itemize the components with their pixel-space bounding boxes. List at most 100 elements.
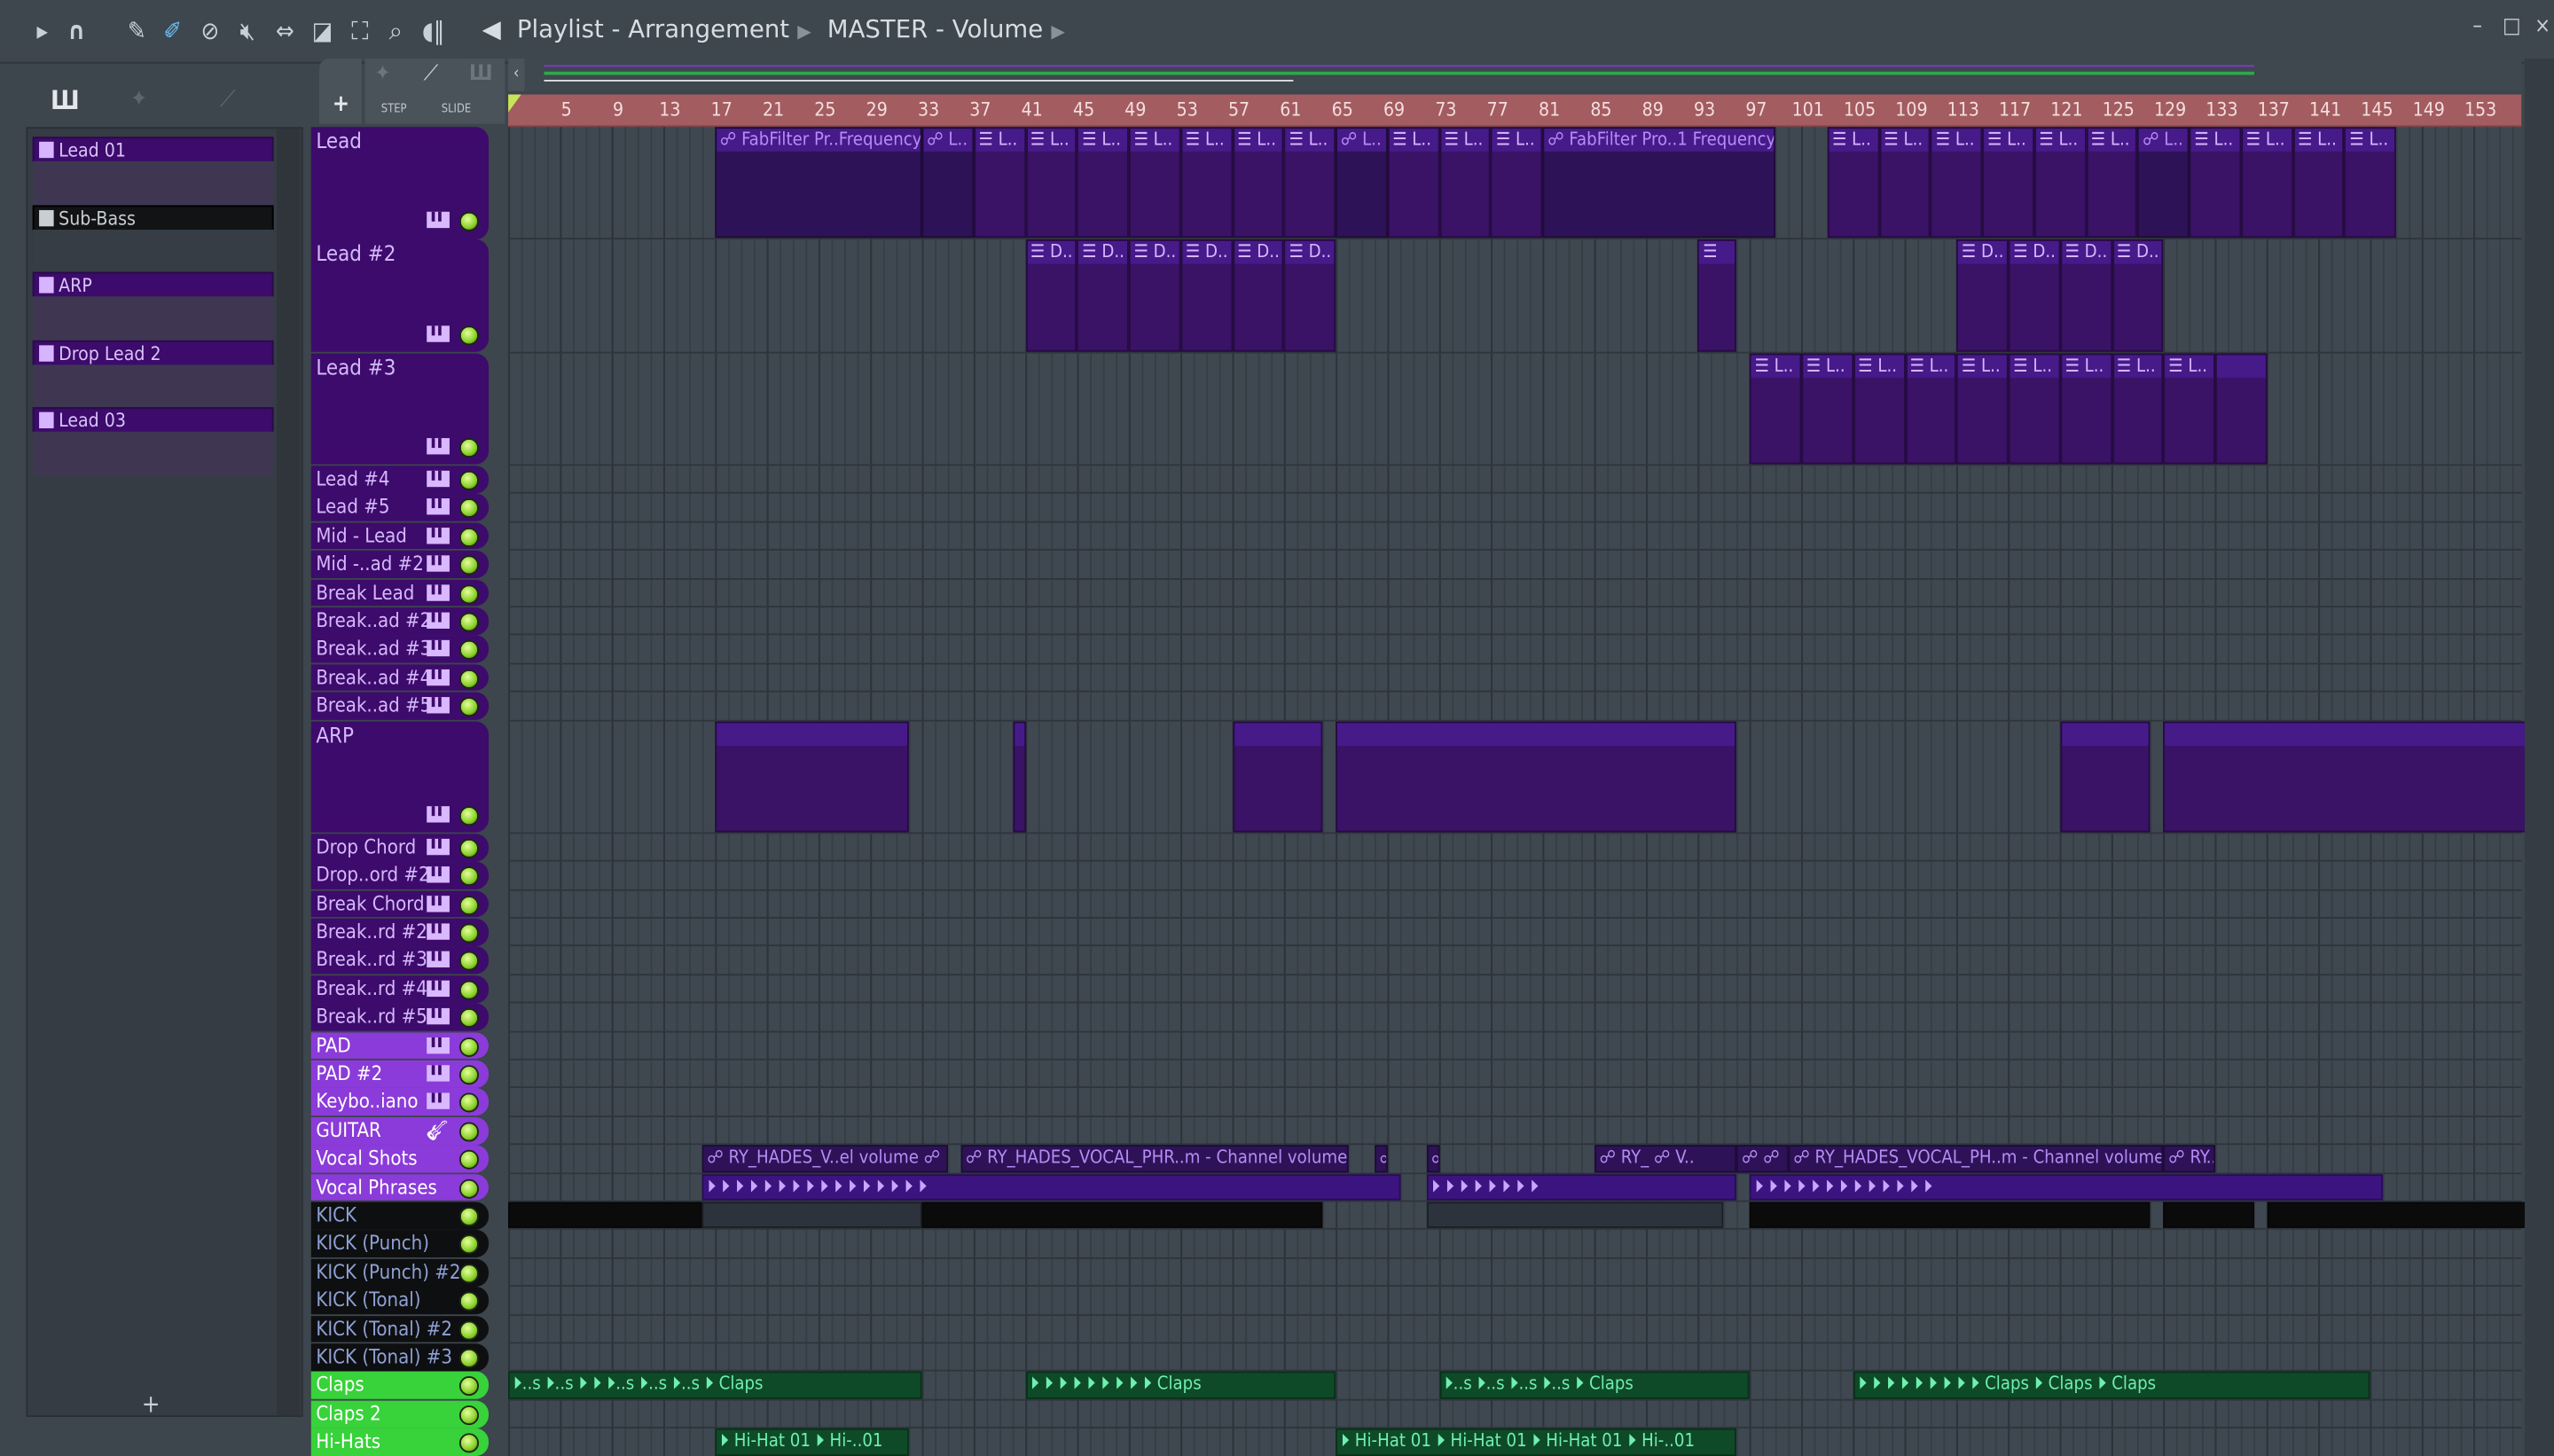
clip[interactable]: ☰ L.. <box>1853 352 1906 465</box>
track-header[interactable]: Lead #3 <box>310 352 490 465</box>
clip[interactable] <box>2267 1202 2527 1229</box>
clip[interactable]: ☰ D.. <box>2060 239 2112 351</box>
clip[interactable]: ☰ L.. <box>1878 127 1931 239</box>
track-header[interactable]: PAD #2 <box>310 1060 490 1088</box>
audio-icon[interactable]: ✦ <box>374 62 390 87</box>
piano-roll-icon[interactable] <box>427 866 450 883</box>
clip[interactable]: ☰ L.. <box>2292 127 2345 239</box>
breadcrumb-playlist[interactable]: Playlist - Arrangement <box>517 15 789 44</box>
clip[interactable] <box>1750 1202 2151 1229</box>
track-enable-led[interactable] <box>458 697 479 717</box>
playhead-marker[interactable] <box>508 94 521 113</box>
clip[interactable] <box>921 1202 1323 1229</box>
track-header[interactable]: Break..rd #3 <box>310 946 490 975</box>
track-enable-led[interactable] <box>458 1234 479 1255</box>
clip[interactable]: ☰ D.. <box>1956 239 2009 351</box>
track-header[interactable]: Break Lead <box>310 578 490 607</box>
track-header[interactable]: KICK <box>310 1202 490 1230</box>
track-header[interactable]: Hi-Hats <box>310 1429 490 1456</box>
clip[interactable]: ☍ FabFilter Pro..1 Frequency <box>1542 127 1776 239</box>
clip[interactable] <box>2215 352 2268 465</box>
clip[interactable]: ☰ L.. <box>2189 127 2242 239</box>
track-enable-led[interactable] <box>458 1093 479 1114</box>
clip[interactable]: ☰ L.. <box>1284 127 1336 239</box>
clip[interactable]: ☍ <box>1426 1145 1440 1172</box>
clip[interactable]: ☰ L.. <box>1750 352 1802 465</box>
clip[interactable]: ☰ L.. <box>2086 127 2138 239</box>
clip[interactable] <box>715 720 910 833</box>
audio-filter-icon[interactable]: ✦ <box>130 86 147 112</box>
piano-roll-icon[interactable] <box>427 980 450 997</box>
mute-icon[interactable]: 🔇︎ <box>233 15 262 48</box>
close-button[interactable]: × <box>2528 13 2554 43</box>
picker-item[interactable]: Lead 03 <box>32 407 274 434</box>
piano-roll-icon[interactable] <box>427 527 450 544</box>
piano-roll-filter-icon[interactable]: Ш <box>51 85 80 116</box>
track-enable-led[interactable] <box>458 866 479 887</box>
clip[interactable]: ☰ L.. <box>1439 127 1492 239</box>
track-enable-led[interactable] <box>458 1122 479 1142</box>
track-enable-led[interactable] <box>458 1178 479 1199</box>
clip[interactable]: ☍ <box>1375 1145 1388 1172</box>
piano-roll-icon[interactable] <box>427 470 450 487</box>
piano-roll-icon[interactable] <box>427 1065 450 1082</box>
track-header[interactable]: Break..ad #5 <box>310 692 490 720</box>
clip[interactable]: ☰ L.. <box>1025 127 1077 239</box>
clip[interactable]: ☰ <box>1697 239 1737 351</box>
pencil-icon[interactable]: ✎ <box>122 15 152 48</box>
track-header[interactable]: Break..rd #2 <box>310 918 490 946</box>
playback-icon[interactable]: ◖‖ <box>419 15 448 48</box>
clip[interactable]: ☍ L.. <box>1336 127 1388 239</box>
clip[interactable] <box>2163 1202 2254 1229</box>
vertical-scrollbar[interactable] <box>2524 59 2554 1456</box>
clip[interactable]: ☰ L.. <box>1956 352 2009 465</box>
picker-item[interactable]: Sub-Bass <box>32 204 274 231</box>
clip[interactable]: ☰ L.. <box>2060 352 2112 465</box>
clip[interactable]: ☰ D.. <box>1232 239 1285 351</box>
clip[interactable]: ☰ D.. <box>2111 239 2164 351</box>
picker-item[interactable]: Lead 01 <box>32 137 274 163</box>
clip[interactable]: ☍ L.. <box>2137 127 2190 239</box>
clip[interactable]: ☰ L.. <box>1905 352 1957 465</box>
track-header[interactable]: Keybo..iano <box>310 1088 490 1116</box>
track-header[interactable]: Vocal Phrases <box>310 1173 490 1202</box>
clip[interactable]: ☰ L.. <box>1180 127 1233 239</box>
track-enable-led[interactable] <box>458 527 479 547</box>
piano-roll-icon[interactable] <box>427 583 450 600</box>
clip[interactable]: ☰ L.. <box>2111 352 2164 465</box>
track-enable-led[interactable] <box>458 212 479 232</box>
clip[interactable]: ☰ D.. <box>1129 239 1181 351</box>
clip[interactable]: ☍ FabFilter Pr..Frequency <box>715 127 922 239</box>
track-header[interactable]: Lead <box>310 127 490 239</box>
clip[interactable]: ☍ RY.. <box>2163 1145 2216 1172</box>
piano-icon[interactable]: Ш <box>469 62 493 87</box>
clip[interactable]: ☍ ☍ <box>1736 1145 1789 1172</box>
clip[interactable]: ☰ D.. <box>2008 239 2061 351</box>
scroll-left-button[interactable]: ‹ <box>508 59 525 91</box>
piano-roll-icon[interactable] <box>427 895 450 912</box>
picker-scrollbar[interactable] <box>277 129 300 1416</box>
track-enable-led[interactable] <box>458 1405 479 1425</box>
track-header[interactable]: KICK (Tonal) #3 <box>310 1343 490 1372</box>
slice-icon[interactable]: ◪ <box>308 15 337 48</box>
timeline-ruler[interactable]: 5 9 13 17 21 25 29 33 37 41 45 49 53 57 61 65 69 73 77 81 85… <box>508 94 2522 128</box>
piano-roll-icon[interactable] <box>427 1008 450 1025</box>
clip[interactable] <box>508 1202 702 1229</box>
track-enable-led[interactable] <box>458 1207 479 1227</box>
track-enable-led[interactable] <box>458 1291 479 1311</box>
piano-roll-icon[interactable] <box>427 325 450 341</box>
track-enable-led[interactable] <box>458 838 479 858</box>
clip[interactable]: ☍ RY_HADES_V..el volume ☍ <box>701 1145 948 1172</box>
clip[interactable]: ⏵ ⏵ ⏵ ⏵ ⏵ ⏵ ⏵ ⏵ <box>1426 1173 1737 1201</box>
track-enable-led[interactable] <box>458 1263 479 1283</box>
play-arrow-icon[interactable]: ▸ <box>27 15 57 48</box>
minimize-button[interactable]: – <box>2463 13 2492 43</box>
clip[interactable]: ☰ L.. <box>1387 127 1440 239</box>
track-header[interactable]: Mid -..ad #2 <box>310 550 490 578</box>
piano-roll-icon[interactable] <box>427 805 450 823</box>
track-enable-led[interactable] <box>458 669 479 689</box>
clip[interactable]: ⏵ ⏵ ⏵ ⏵ ⏵ ⏵ ⏵ ⏵ ⏵ ⏵ ⏵ ⏵ ⏵ <box>1750 1173 2384 1201</box>
track-enable-led[interactable] <box>458 1008 479 1029</box>
track-header[interactable]: KICK (Punch) <box>310 1230 490 1258</box>
piano-roll-icon[interactable] <box>427 1093 450 1110</box>
